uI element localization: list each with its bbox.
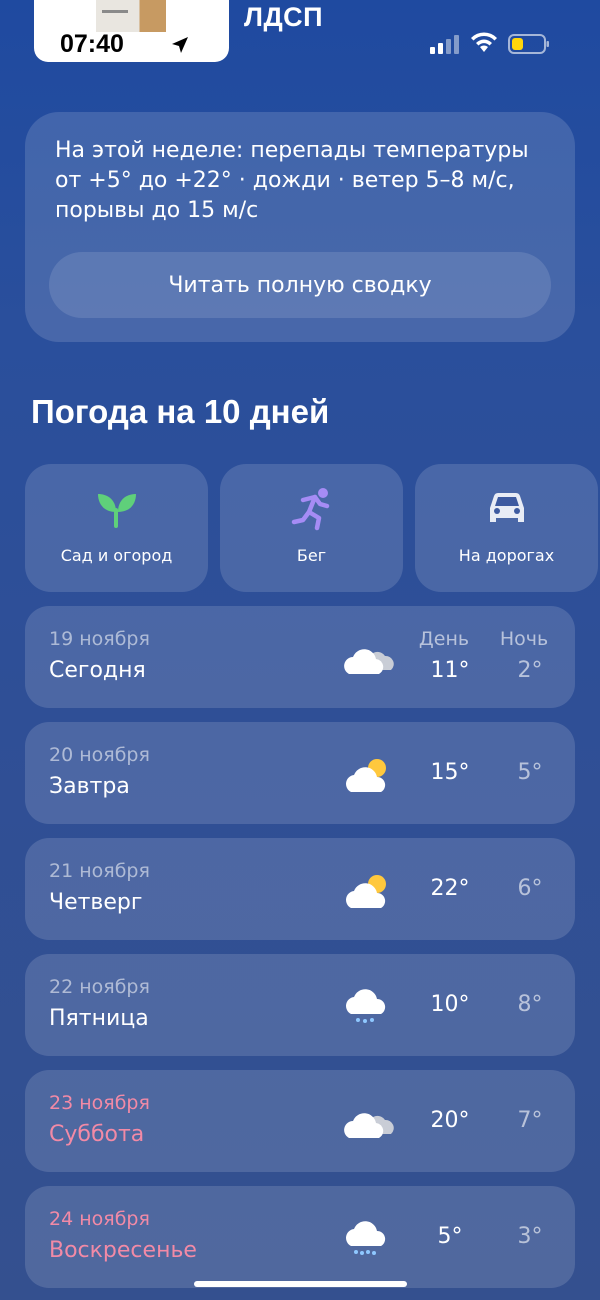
running-icon xyxy=(291,488,329,531)
activity-tile-running[interactable]: Бег xyxy=(220,464,403,592)
day-date: 23 ноября xyxy=(49,1092,150,1114)
status-time: 07:40 xyxy=(60,30,124,58)
partly-cloudy-icon xyxy=(346,759,386,792)
cloudy-icon xyxy=(344,649,394,674)
night-temperature: 6° xyxy=(517,876,543,901)
activity-label: Сад и огород xyxy=(60,546,173,565)
day-date: 21 ноября xyxy=(49,860,150,882)
forecast-day-row[interactable]: 21 ноября Четверг 22° 6° xyxy=(25,838,575,940)
wifi-icon xyxy=(471,32,497,52)
activity-label: Бег xyxy=(296,546,327,565)
day-temperature: 10° xyxy=(430,992,470,1017)
day-name: Четверг xyxy=(49,890,143,915)
activity-tile-roads[interactable]: На дорогах xyxy=(415,464,598,592)
partly-cloudy-icon xyxy=(346,875,386,908)
activity-label: На дорогах xyxy=(458,546,555,565)
day-name: Суббота xyxy=(49,1122,145,1147)
rain-icon xyxy=(346,1221,386,1255)
day-name: Пятница xyxy=(49,1006,149,1031)
forecast-day-row[interactable]: 22 ноября Пятница 10° 8° xyxy=(25,954,575,1056)
day-date: 22 ноября xyxy=(49,976,150,998)
day-date: 24 ноября xyxy=(49,1208,150,1230)
battery-icon xyxy=(508,34,549,54)
day-name: Завтра xyxy=(49,774,130,799)
day-temperature: 20° xyxy=(430,1108,470,1133)
night-temperature: 3° xyxy=(517,1224,543,1249)
location-arrow-icon xyxy=(172,37,188,53)
day-name: Воскресенье xyxy=(49,1238,197,1263)
day-temperature: 15° xyxy=(430,760,470,785)
top-label: ЛДСП xyxy=(244,2,324,32)
day-temperature: 22° xyxy=(430,876,470,901)
forecast-title: Погода на 10 дней xyxy=(31,393,330,430)
sprout-icon xyxy=(97,494,136,528)
night-temperature: 5° xyxy=(517,760,543,785)
day-temperature: 5° xyxy=(437,1224,463,1249)
day-column-header: День xyxy=(418,628,470,650)
day-name: Сегодня xyxy=(49,658,146,683)
weekly-summary-card: На этой неделе: перепады температуры от … xyxy=(25,112,575,342)
night-temperature: 7° xyxy=(517,1108,543,1133)
cloudy-icon xyxy=(344,1113,394,1138)
night-temperature: 8° xyxy=(517,992,543,1017)
forecast-day-row[interactable]: 19 ноября Сегодня День Ночь 11° 2° xyxy=(25,606,575,708)
forecast-day-row[interactable]: 24 ноября Воскресенье 5° 3° xyxy=(25,1186,575,1288)
read-full-summary-button[interactable]: Читать полную сводку xyxy=(49,252,551,318)
day-date: 20 ноября xyxy=(49,744,150,766)
summary-text: На этой неделе: перепады температуры от … xyxy=(55,138,529,223)
night-column-header: Ночь xyxy=(499,628,549,650)
night-temperature: 2° xyxy=(517,658,543,683)
picture-in-picture-preview[interactable]: 07:40 xyxy=(34,0,229,62)
car-icon xyxy=(489,493,524,522)
forecast-day-row[interactable]: 20 ноября Завтра 15° 5° xyxy=(25,722,575,824)
home-indicator[interactable] xyxy=(194,1281,407,1287)
activity-tile-garden[interactable]: Сад и огород xyxy=(25,464,208,592)
day-temperature: 11° xyxy=(430,658,470,683)
preview-thumbnail xyxy=(96,0,166,32)
cellular-signal-icon xyxy=(430,35,459,54)
forecast-day-row[interactable]: 23 ноября Суббота 20° 7° xyxy=(25,1070,575,1172)
rain-icon xyxy=(346,989,386,1023)
day-date: 19 ноября xyxy=(49,628,150,650)
